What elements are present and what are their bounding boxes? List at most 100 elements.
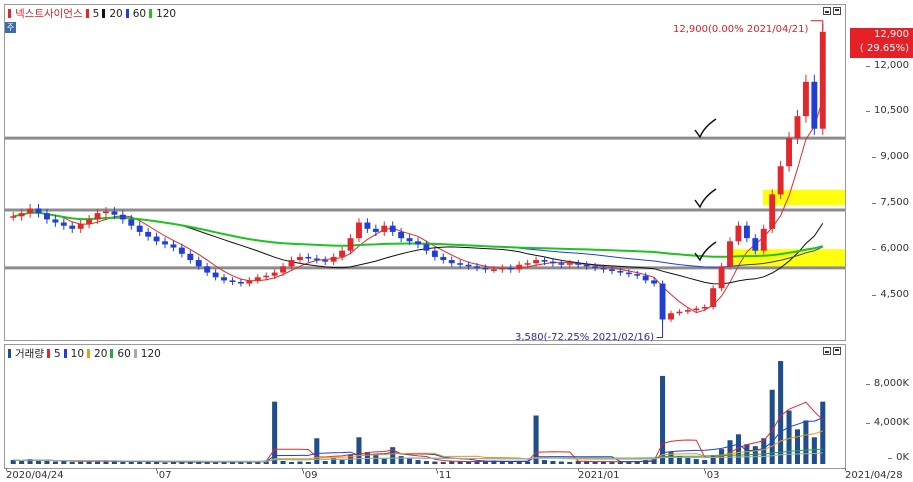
candle-body: [27, 208, 34, 214]
volume-bar: [213, 462, 219, 464]
candle-body: [305, 256, 312, 259]
candle-body: [490, 269, 497, 271]
ma5-line: [13, 99, 824, 314]
volume-bar: [592, 462, 598, 464]
candle-body: [431, 250, 438, 257]
volume-bar: [508, 462, 514, 464]
volume-chart-pane[interactable]: 거래량 5 10 20 60 120: [4, 344, 846, 469]
candle-body: [271, 272, 278, 276]
volume-plot[interactable]: [5, 345, 845, 468]
date-label: 2021/04/28: [845, 468, 903, 481]
date-label: '07: [156, 468, 172, 481]
volume-bar: [162, 462, 168, 464]
volume-bar: [297, 461, 303, 464]
date-axis: 2020/04/24 '07 '09 '11 2021/01 '03 2021/…: [0, 468, 913, 482]
volume-bar: [752, 446, 758, 464]
high-annotation-arrow: [810, 20, 824, 31]
candle-body: [507, 267, 514, 270]
volume-bar: [356, 437, 362, 464]
volume-bar: [322, 461, 328, 464]
low-price-annotation: 3,580(-72.25% 2021/02/16): [515, 332, 654, 343]
date-label: 2021/01: [578, 468, 620, 481]
volume-bar: [820, 401, 826, 464]
volume-bar: [794, 429, 801, 464]
volume-bar: [803, 420, 809, 464]
volume-bar: [558, 461, 564, 464]
volume-bar: [44, 461, 50, 464]
candle-body: [339, 250, 346, 257]
candle-body: [465, 264, 472, 267]
candle-body: [423, 244, 430, 251]
candle-body: [482, 267, 489, 270]
volume-tick: 4,000K: [865, 417, 909, 428]
volume-bar: [811, 437, 817, 464]
candle-body: [94, 213, 101, 220]
candle-body: [212, 272, 219, 278]
candle-body: [162, 241, 168, 245]
candle-body: [718, 266, 725, 289]
current-change: ( 29.65%): [859, 43, 909, 54]
candle-body: [178, 247, 185, 254]
candle-body: [743, 225, 750, 239]
candle-body: [372, 228, 379, 232]
candle-body: [769, 194, 776, 229]
candle-body: [516, 264, 523, 270]
volume-bar: [69, 462, 75, 464]
candle-body: [819, 31, 826, 129]
candle-body: [10, 216, 17, 218]
check-mark-icon: [694, 118, 717, 139]
candle-body: [760, 228, 767, 251]
candle-body: [811, 81, 818, 129]
candle-body: [86, 219, 93, 225]
candle-body: [364, 222, 371, 229]
current-price: 12,900: [874, 29, 909, 40]
candle-body: [356, 222, 362, 239]
price-tick: 9,000: [872, 151, 909, 162]
volume-bar: [541, 460, 548, 464]
candle-body: [69, 225, 76, 229]
volume-bar: [120, 462, 126, 464]
volume-bar: [440, 462, 446, 464]
candle-body: [684, 310, 691, 312]
candle-body: [221, 277, 227, 281]
candle-body: [777, 166, 784, 195]
candle-body: [195, 260, 202, 267]
candle-body: [524, 263, 531, 265]
volume-bar: [423, 461, 429, 464]
volume-bar: [10, 460, 16, 464]
high-price-annotation: 12,900(0.00% 2021/04/21): [673, 24, 809, 35]
candle-body: [457, 263, 464, 265]
volume-bar: [35, 460, 42, 464]
candle-body: [296, 256, 303, 261]
candle-body: [389, 225, 396, 232]
volume-bar: [280, 461, 286, 464]
price-tick: 4,500: [872, 289, 909, 300]
volume-bar: [314, 438, 320, 464]
price-plot[interactable]: [5, 5, 845, 340]
volume-bar: [685, 458, 691, 464]
candle-body: [651, 280, 658, 284]
candle-body: [288, 260, 295, 267]
volume-bar: [128, 462, 134, 464]
volume-bar: [111, 461, 117, 464]
price-tick: 12,000: [866, 60, 909, 71]
candle-body: [170, 244, 177, 248]
volume-bar: [305, 462, 311, 464]
volume-bar: [432, 461, 438, 464]
candle-body: [77, 224, 84, 229]
candle-body: [237, 281, 244, 284]
candle-body: [609, 269, 615, 272]
volume-bar: [154, 462, 160, 464]
date-label: '03: [704, 468, 720, 481]
candle-body: [322, 260, 329, 262]
price-chart-pane[interactable]: 넥스트사이언스 5 20 60 120 주 12,900(0.00% 2021/…: [4, 4, 846, 343]
volume-bar: [609, 462, 615, 464]
candle-body: [440, 256, 447, 261]
volume-bar: [702, 460, 708, 464]
candle-body: [381, 225, 388, 232]
candle-body: [111, 211, 118, 215]
candle-body: [18, 213, 25, 217]
volume-bar: [761, 438, 767, 464]
candle-body: [592, 266, 599, 268]
volume-bar: [744, 444, 750, 464]
